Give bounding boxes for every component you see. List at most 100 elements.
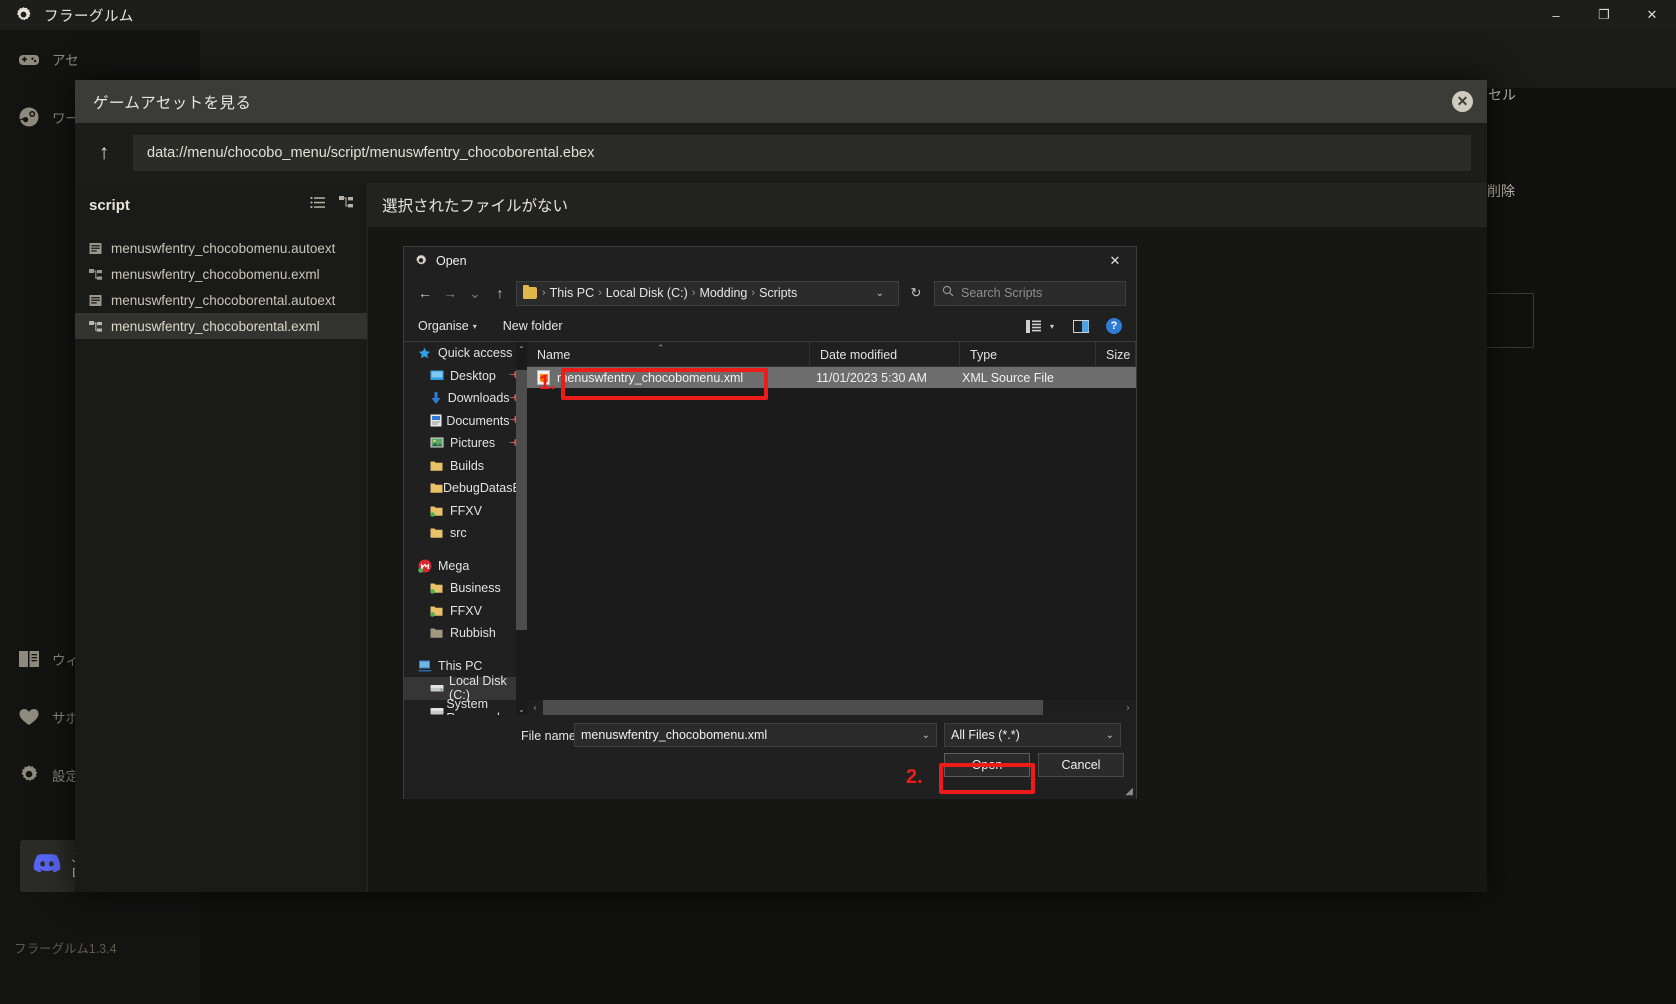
nav-item-label: Builds	[450, 458, 485, 473]
asset-path-input[interactable]	[133, 135, 1471, 171]
column-header-name[interactable]: Name ⌃	[527, 342, 810, 367]
nav-item-src[interactable]: src	[404, 522, 527, 545]
new-folder-button[interactable]: New folder	[503, 319, 563, 333]
nav-item-builds[interactable]: Builds	[404, 455, 527, 478]
asset-file-item[interactable]: menuswfentry_chocoborental.autoext	[75, 287, 367, 313]
nav-item-ffxv[interactable]: FFXV	[404, 500, 527, 523]
asset-preview-header: 選択されたファイルがない	[368, 183, 1487, 227]
asset-file-item-selected[interactable]: menuswfentry_chocoborental.exml	[75, 313, 367, 339]
search-icon	[942, 284, 954, 302]
breadcrumb-item[interactable]: This PC	[547, 286, 597, 300]
back-button[interactable]: ←	[414, 281, 436, 305]
thispc-icon	[418, 660, 438, 672]
nav-item-documents[interactable]: Documents 📌	[404, 410, 527, 433]
nav-item-mega-ffxv[interactable]: FFXV	[404, 600, 527, 623]
search-input[interactable]: Search Scripts	[934, 280, 1126, 306]
star-icon	[418, 347, 438, 360]
chevron-down-icon[interactable]: ⌄	[1106, 730, 1114, 741]
toolbar-right-group: ▾ ?	[1025, 318, 1122, 334]
nav-item-system-reserved[interactable]: System Reserved	[404, 697, 527, 715]
help-icon[interactable]: ?	[1106, 318, 1122, 334]
background-delete-button[interactable]: 削除	[1487, 181, 1515, 201]
resize-grip-icon[interactable]: ◢	[1125, 786, 1133, 797]
nav-item-label: This PC	[438, 658, 483, 673]
background-cancel-button[interactable]: セル	[1488, 85, 1516, 105]
breadcrumb[interactable]: › This PC › Local Disk (C:) › Modding › …	[516, 280, 899, 306]
scroll-down-icon[interactable]: ⌄	[516, 702, 527, 715]
asset-file-label: menuswfentry_chocobomenu.autoext	[111, 240, 336, 256]
up-directory-icon[interactable]: ↑	[75, 141, 133, 165]
breadcrumb-item[interactable]: Scripts	[756, 286, 800, 300]
column-header-type[interactable]: Type	[960, 342, 1096, 367]
minimize-button[interactable]: –	[1532, 0, 1580, 30]
nav-item-label: Desktop	[450, 368, 496, 383]
scrollbar-track[interactable]	[543, 700, 1120, 715]
maximize-button[interactable]: ❐	[1580, 0, 1628, 30]
window-titlebar: フラーグルム – ❐ ✕	[0, 0, 1676, 30]
close-icon[interactable]: ✕	[1094, 247, 1136, 275]
chevron-down-icon[interactable]: ⌄	[868, 288, 892, 299]
asset-modal-header: ゲームアセットを見る ✕	[75, 80, 1487, 123]
chevron-down-icon[interactable]: ▾	[1050, 322, 1054, 331]
drive-icon	[430, 705, 446, 715]
up-button[interactable]: ↑	[489, 281, 511, 305]
close-icon[interactable]: ✕	[1452, 91, 1473, 112]
refresh-icon[interactable]: ↻	[904, 281, 928, 306]
view-layout-icon[interactable]	[1025, 319, 1041, 333]
folder-sync-icon	[430, 605, 450, 617]
horizontal-scrollbar[interactable]: ‹ ›	[527, 700, 1136, 715]
folder-icon	[523, 285, 537, 299]
scroll-right-icon[interactable]: ›	[1120, 700, 1136, 715]
breadcrumb-item[interactable]: Modding	[696, 286, 750, 300]
tree-view-icon[interactable]	[339, 196, 353, 214]
documents-icon	[430, 414, 446, 427]
nav-item-downloads[interactable]: Downloads 📌	[404, 387, 527, 410]
nav-item-desktop[interactable]: Desktop 📌	[404, 365, 527, 388]
file-list-pane: Name ⌃ Date modified Type Size menuswfen…	[527, 342, 1136, 715]
column-header-size[interactable]: Size	[1096, 342, 1136, 367]
asset-preview-status: 選択されたファイルがない	[382, 198, 569, 215]
asset-file-item[interactable]: menuswfentry_chocobomenu.exml	[75, 261, 367, 287]
recent-locations-button[interactable]: ⌄	[464, 281, 486, 305]
discord-icon	[32, 852, 62, 881]
forward-button[interactable]: →	[439, 281, 461, 305]
preview-pane-icon[interactable]	[1073, 319, 1089, 333]
scroll-up-icon[interactable]: ⌃	[516, 342, 527, 356]
navpane-scrollbar[interactable]: ⌃ ⌄	[516, 342, 527, 715]
nav-item-pictures[interactable]: Pictures 📌	[404, 432, 527, 455]
app-root: MODマネージャー セル 削除 フラーグルム – ❐ ✕	[0, 0, 1676, 1004]
nav-item-quick-access[interactable]: Quick access	[404, 342, 527, 365]
nav-item-business[interactable]: Business	[404, 577, 527, 600]
asset-file-label: menuswfentry_chocoborental.autoext	[111, 292, 336, 308]
gamepad-icon	[12, 52, 46, 67]
scroll-left-icon[interactable]: ‹	[527, 700, 543, 715]
organise-label: Organise	[418, 319, 469, 333]
list-view-icon[interactable]	[310, 196, 325, 214]
breadcrumb-item[interactable]: Local Disk (C:)	[603, 286, 691, 300]
scrollbar-thumb[interactable]	[543, 700, 1043, 715]
nav-item-mega[interactable]: Mega	[404, 555, 527, 578]
window-controls: – ❐ ✕	[1532, 0, 1676, 30]
download-icon	[430, 391, 448, 405]
asset-file-item[interactable]: menuswfentry_chocobomenu.autoext	[75, 235, 367, 261]
organise-button[interactable]: Organise ▾	[418, 319, 477, 333]
table-row[interactable]: menuswfentry_chocobomenu.xml 11/01/2023 …	[527, 367, 1136, 388]
column-header-date[interactable]: Date modified	[810, 342, 960, 367]
book-icon	[12, 650, 46, 668]
search-placeholder: Search Scripts	[961, 286, 1043, 300]
chevron-down-icon[interactable]: ⌄	[922, 730, 930, 741]
asset-modal-title: ゲームアセットを見る	[93, 94, 252, 112]
pictures-icon	[430, 437, 450, 449]
file-name-input[interactable]: menuswfentry_chocobomenu.xml ⌄	[574, 723, 937, 747]
folder-icon	[430, 460, 450, 472]
nav-item-rubbish[interactable]: Rubbish	[404, 622, 527, 645]
folder-sync-icon	[430, 582, 450, 595]
open-button[interactable]: Open	[944, 753, 1030, 777]
asset-folder-name: script	[89, 196, 130, 214]
close-button[interactable]: ✕	[1628, 0, 1676, 30]
cancel-button[interactable]: Cancel	[1038, 753, 1124, 777]
file-type-filter[interactable]: All Files (*.*) ⌄	[944, 723, 1121, 747]
sort-ascending-icon: ⌃	[657, 343, 665, 353]
nav-item-debugdatasback[interactable]: DebugDatasBack	[404, 477, 527, 500]
scrollbar-thumb[interactable]	[516, 370, 527, 630]
